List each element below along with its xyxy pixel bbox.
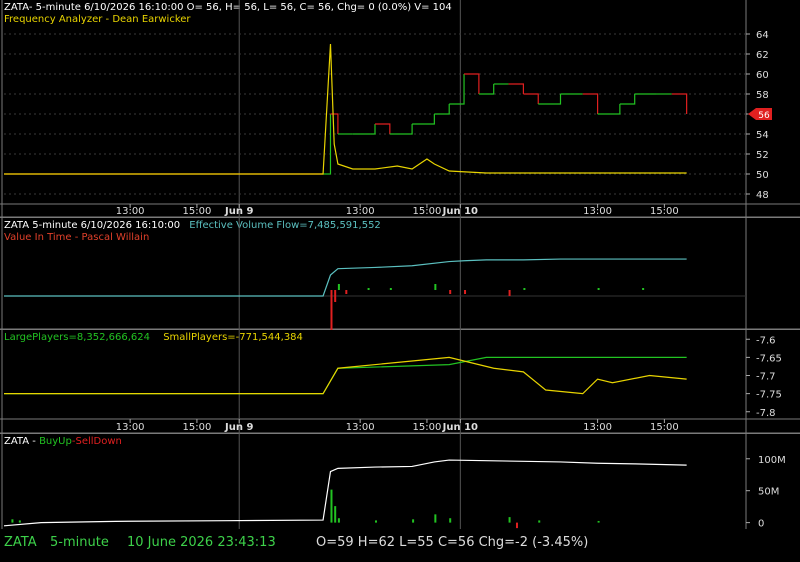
volume-bar bbox=[508, 290, 511, 296]
volume-bar bbox=[337, 284, 340, 290]
time-axis-label: 15:00 bbox=[650, 206, 679, 217]
y-tick-label: -7.65 bbox=[756, 353, 782, 364]
price-step bbox=[582, 93, 599, 114]
y-tick-label: 52 bbox=[756, 150, 769, 161]
y-tick-label: -7.8 bbox=[756, 408, 776, 419]
time-axis-label: Jun 10 bbox=[442, 206, 478, 217]
volume-bar bbox=[367, 288, 370, 290]
volume-bar bbox=[449, 518, 452, 523]
large-players-line bbox=[4, 356, 687, 395]
price-step bbox=[434, 104, 450, 115]
volume-bar bbox=[389, 288, 392, 290]
y-tick-label: 64 bbox=[756, 30, 769, 41]
y-tick-label: 62 bbox=[756, 50, 769, 61]
price-step bbox=[619, 94, 636, 105]
price-step bbox=[352, 124, 376, 135]
y-tick-label: 50M bbox=[758, 487, 779, 498]
volume-bar bbox=[330, 290, 333, 330]
status-datetime: 10 June 2026 23:43:13 bbox=[127, 535, 276, 550]
time-axis-label: 15:00 bbox=[413, 206, 442, 217]
time-axis-label: 15:00 bbox=[413, 422, 442, 433]
y-tick-label: 58 bbox=[756, 90, 769, 101]
volume-bar bbox=[337, 518, 340, 523]
y-tick-label: -7.6 bbox=[756, 335, 776, 346]
volume-bar bbox=[449, 290, 452, 294]
chart-canvas[interactable]: 13:00 15:00 Jun 9 13:00 15:00 Jun 10 13:00 15:0… bbox=[0, 0, 800, 532]
volume-bar bbox=[508, 517, 511, 523]
volume-bar bbox=[597, 520, 600, 523]
time-axis-label: 13:00 bbox=[116, 422, 145, 433]
time-axis-label: Jun 9 bbox=[224, 422, 253, 433]
price-step bbox=[449, 74, 465, 105]
volume-bar bbox=[434, 514, 437, 523]
price-step bbox=[412, 114, 435, 125]
price-step bbox=[671, 93, 688, 114]
price-step bbox=[523, 93, 539, 104]
time-axis-label: 15:00 bbox=[650, 422, 679, 433]
price-step bbox=[478, 84, 495, 95]
y-tick-label: 48 bbox=[756, 190, 769, 201]
y-tick-label: 0 bbox=[758, 519, 764, 530]
volume-bar bbox=[642, 288, 645, 290]
volume-bar bbox=[375, 520, 377, 523]
status-ohlc: O=59 H=62 L=55 C=56 Chg=-2 (-3.45%) bbox=[316, 535, 589, 550]
volume-bar bbox=[434, 284, 437, 290]
y-tick-label: -7.75 bbox=[756, 390, 782, 401]
y-tick-label: 54 bbox=[756, 130, 769, 141]
time-axis-label: 15:00 bbox=[183, 206, 212, 217]
y-tick-label: 50 bbox=[756, 170, 769, 181]
volume-bar bbox=[515, 522, 518, 529]
time-axis-label: 13:00 bbox=[346, 422, 375, 433]
price-tag-label: 56 bbox=[758, 111, 770, 121]
small-players-line bbox=[4, 356, 687, 395]
volume-bar bbox=[11, 519, 14, 523]
volume-bar bbox=[412, 519, 415, 523]
price-step bbox=[464, 73, 480, 94]
price-step bbox=[375, 123, 391, 134]
time-axis-label: 15:00 bbox=[183, 422, 212, 433]
time-axis-label: Jun 10 bbox=[442, 422, 478, 433]
volume-bar bbox=[334, 290, 337, 302]
price-step bbox=[389, 124, 413, 135]
y-tick-label: -7.7 bbox=[756, 372, 776, 383]
price-step bbox=[538, 94, 562, 105]
volume-bar bbox=[330, 489, 333, 523]
price-step bbox=[597, 104, 621, 115]
volume-bar bbox=[538, 520, 541, 523]
volume-bar bbox=[18, 520, 21, 523]
y-tick-label: 60 bbox=[756, 70, 769, 81]
volume-bar bbox=[345, 290, 348, 294]
time-axis-label: 13:00 bbox=[583, 206, 612, 217]
time-axis-label: 13:00 bbox=[583, 422, 612, 433]
time-axis-label: Jun 9 bbox=[224, 206, 253, 217]
time-axis-label: 13:00 bbox=[346, 206, 375, 217]
y-tick-label: 100M bbox=[758, 455, 786, 466]
buyup-selldown-line bbox=[3, 459, 687, 527]
price-step bbox=[508, 83, 524, 94]
volume-bar bbox=[597, 288, 600, 290]
volume-bar bbox=[464, 290, 467, 294]
volume-bar bbox=[523, 288, 526, 290]
volume-bar bbox=[334, 506, 337, 523]
status-interval: 5-minute bbox=[50, 535, 109, 550]
time-axis-label: 13:00 bbox=[116, 206, 145, 217]
status-symbol: ZATA bbox=[4, 535, 37, 550]
